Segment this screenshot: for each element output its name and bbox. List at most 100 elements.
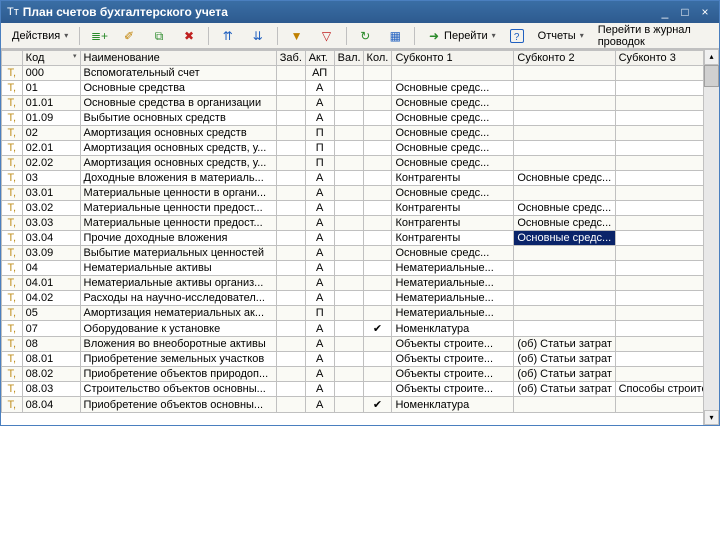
cell-zab[interactable] [276, 66, 305, 81]
col-name[interactable]: Наименование [80, 51, 276, 66]
goto-menu[interactable]: ➜ Перейти [421, 25, 501, 47]
cell-akt[interactable]: А [305, 352, 334, 367]
cell-s2[interactable] [514, 321, 615, 337]
help-button[interactable]: ? [505, 26, 529, 46]
cell-s2[interactable]: (об) Статьи затрат [514, 382, 615, 397]
cell-akt[interactable]: А [305, 261, 334, 276]
cell-akt[interactable]: П [305, 306, 334, 321]
cell-code[interactable]: 08.04 [22, 397, 80, 413]
cell-name[interactable]: Основные средства [80, 81, 276, 96]
cell-zab[interactable] [276, 352, 305, 367]
table-row[interactable]: Т,02.01Амортизация основных средств, у..… [2, 141, 719, 156]
cell-s2[interactable] [514, 276, 615, 291]
cell-s2[interactable] [514, 186, 615, 201]
cell-name[interactable]: Приобретение земельных участков [80, 352, 276, 367]
cell-name[interactable]: Вложения во внеоборотные активы [80, 337, 276, 352]
maximize-button[interactable]: □ [677, 5, 693, 19]
cell-s2[interactable] [514, 397, 615, 413]
cell-kol[interactable] [363, 337, 392, 352]
cell-code[interactable]: 01.09 [22, 111, 80, 126]
cell-val[interactable] [334, 201, 363, 216]
cell-zab[interactable] [276, 111, 305, 126]
cell-zab[interactable] [276, 186, 305, 201]
cell-zab[interactable] [276, 382, 305, 397]
cell-kol[interactable] [363, 246, 392, 261]
cell-s2[interactable]: Основные средс... [514, 216, 615, 231]
minimize-button[interactable]: _ [657, 5, 673, 19]
cell-zab[interactable] [276, 96, 305, 111]
cell-code[interactable]: 04.01 [22, 276, 80, 291]
cell-kol[interactable] [363, 216, 392, 231]
cell-name[interactable]: Основные средства в организации [80, 96, 276, 111]
cell-zab[interactable] [276, 156, 305, 171]
cell-code[interactable]: 04 [22, 261, 80, 276]
cell-akt[interactable]: А [305, 96, 334, 111]
cell-val[interactable] [334, 382, 363, 397]
table-row[interactable]: Т,02.02Амортизация основных средств, у..… [2, 156, 719, 171]
cell-name[interactable]: Расходы на научно-исследовател... [80, 291, 276, 306]
cell-name[interactable]: Амортизация нематериальных ак... [80, 306, 276, 321]
cell-s1[interactable]: Нематериальные... [392, 291, 514, 306]
cell-name[interactable]: Материальные ценности в органи... [80, 186, 276, 201]
cell-s2[interactable]: (об) Статьи затрат [514, 367, 615, 382]
cell-name[interactable]: Амортизация основных средств, у... [80, 156, 276, 171]
cell-code[interactable]: 03.01 [22, 186, 80, 201]
col-akt[interactable]: Акт. [305, 51, 334, 66]
cell-akt[interactable]: А [305, 382, 334, 397]
cell-s2[interactable] [514, 141, 615, 156]
cell-s2[interactable] [514, 111, 615, 126]
cell-s2[interactable] [514, 306, 615, 321]
delete-button[interactable]: ✖ [176, 25, 202, 47]
cell-zab[interactable] [276, 276, 305, 291]
cell-name[interactable]: Доходные вложения в материаль... [80, 171, 276, 186]
cell-akt[interactable]: А [305, 321, 334, 337]
table-row[interactable]: Т,07Оборудование к установкеА✔Номенклату… [2, 321, 719, 337]
scroll-down-button[interactable]: ▾ [704, 410, 719, 425]
cell-name[interactable]: Нематериальные активы организ... [80, 276, 276, 291]
move-down-button[interactable]: ⇊ [245, 25, 271, 47]
table-row[interactable]: Т,05Амортизация нематериальных ак...ПНем… [2, 306, 719, 321]
cell-val[interactable] [334, 306, 363, 321]
cell-val[interactable] [334, 261, 363, 276]
cell-kol[interactable]: ✔ [363, 321, 392, 337]
header-row[interactable]: Код Наименование Заб. Акт. Вал. Кол. Суб… [2, 51, 719, 66]
cell-akt[interactable]: А [305, 337, 334, 352]
cell-kol[interactable] [363, 81, 392, 96]
cell-val[interactable] [334, 246, 363, 261]
refresh-button[interactable]: ↻ [352, 25, 378, 47]
cell-zab[interactable] [276, 306, 305, 321]
journal-link[interactable]: Перейти в журнал проводок [593, 21, 713, 51]
table-row[interactable]: Т,02Амортизация основных средствПОсновны… [2, 126, 719, 141]
cell-code[interactable]: 08.03 [22, 382, 80, 397]
cell-zab[interactable] [276, 367, 305, 382]
cell-zab[interactable] [276, 141, 305, 156]
cell-code[interactable]: 03.04 [22, 231, 80, 246]
cell-kol[interactable] [363, 156, 392, 171]
cell-val[interactable] [334, 66, 363, 81]
cell-kol[interactable] [363, 276, 392, 291]
cell-code[interactable]: 03.03 [22, 216, 80, 231]
cell-kol[interactable] [363, 111, 392, 126]
cell-akt[interactable]: А [305, 397, 334, 413]
cell-akt[interactable]: А [305, 171, 334, 186]
cell-s2[interactable] [514, 291, 615, 306]
table-row[interactable]: Т,01.09Выбытие основных средствАОсновные… [2, 111, 719, 126]
cell-s1[interactable]: Основные средс... [392, 126, 514, 141]
cell-kol[interactable] [363, 291, 392, 306]
cell-s1[interactable]: Контрагенты [392, 216, 514, 231]
cell-name[interactable]: Амортизация основных средств [80, 126, 276, 141]
cell-kol[interactable]: ✔ [363, 397, 392, 413]
cell-s1[interactable]: Нематериальные... [392, 276, 514, 291]
cell-name[interactable]: Вспомогательный счет [80, 66, 276, 81]
cell-code[interactable]: 04.02 [22, 291, 80, 306]
cell-s1[interactable]: Объекты строите... [392, 382, 514, 397]
cell-zab[interactable] [276, 171, 305, 186]
accounts-grid[interactable]: Код Наименование Заб. Акт. Вал. Кол. Суб… [1, 49, 719, 425]
cell-akt[interactable]: А [305, 216, 334, 231]
cell-val[interactable] [334, 126, 363, 141]
cell-akt[interactable]: А [305, 246, 334, 261]
cell-kol[interactable] [363, 66, 392, 81]
cell-akt[interactable]: А [305, 111, 334, 126]
cell-akt[interactable]: А [305, 186, 334, 201]
cell-zab[interactable] [276, 291, 305, 306]
